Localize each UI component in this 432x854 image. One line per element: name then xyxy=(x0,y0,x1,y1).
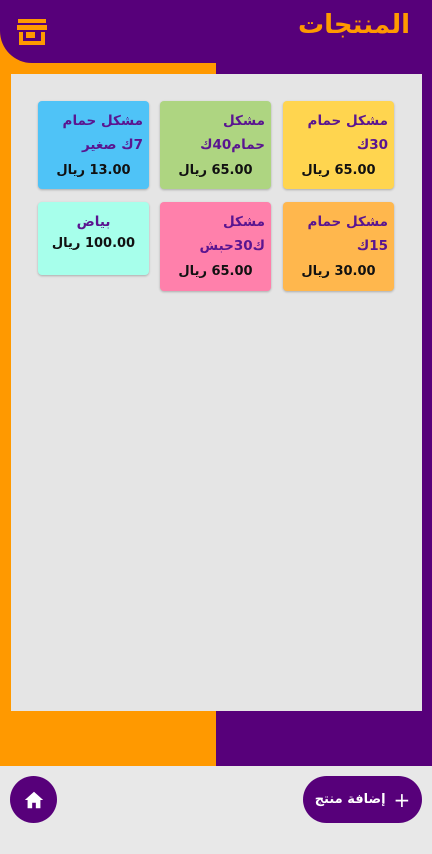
product-card[interactable]: مشكل حمام 15ك 30.00 ريال xyxy=(283,202,394,291)
product-card[interactable]: بياض 100.00 ريال xyxy=(38,202,149,275)
product-price: 30.00 ريال xyxy=(301,264,376,279)
product-card[interactable]: مشكل حمام40ك 65.00 ريال xyxy=(160,101,271,189)
product-card[interactable]: مشكل ك30حبش 65.00 ريال xyxy=(160,202,271,291)
product-price: 65.00 ريال xyxy=(178,264,253,279)
products-panel: مشكل حمام 30ك 65.00 ريال مشكل حمام40ك 65… xyxy=(11,74,422,711)
product-name: مشكل حمام 7ك صغير xyxy=(62,113,143,153)
product-price: 100.00 ريال xyxy=(51,236,136,251)
store-icon[interactable] xyxy=(16,16,48,48)
home-icon xyxy=(24,791,43,808)
app-header: المنتجات xyxy=(0,0,432,63)
product-card[interactable]: مشكل حمام 7ك صغير 13.00 ريال xyxy=(38,101,149,189)
product-card[interactable]: مشكل حمام 30ك 65.00 ريال xyxy=(283,101,394,189)
product-name: مشكل حمام40ك xyxy=(200,113,265,153)
product-price: 65.00 ريال xyxy=(301,163,376,178)
plus-icon: + xyxy=(393,787,411,812)
add-product-label: إضافة منتج xyxy=(314,792,386,807)
product-name: بياض xyxy=(76,214,111,230)
product-price: 13.00 ريال xyxy=(56,163,131,178)
product-name: مشكل ك30حبش xyxy=(199,214,266,254)
home-button[interactable] xyxy=(10,776,57,823)
product-name: مشكل حمام 15ك xyxy=(307,214,388,254)
add-product-button[interactable]: + إضافة منتج xyxy=(303,776,422,823)
product-name: مشكل حمام 30ك xyxy=(307,113,388,153)
page-title: المنتجات xyxy=(298,10,410,40)
product-price: 65.00 ريال xyxy=(178,163,253,178)
